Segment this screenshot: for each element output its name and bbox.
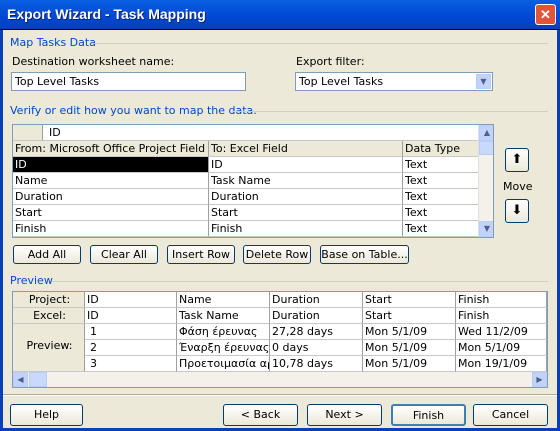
- mapping-row-type[interactable]: Text: [403, 221, 479, 237]
- section-divider: [232, 111, 548, 112]
- help-button[interactable]: Help: [10, 404, 83, 426]
- preview-cell: Mon 5/1/09: [363, 356, 456, 372]
- section-divider: [52, 281, 548, 282]
- mapping-row-from[interactable]: Name: [13, 173, 209, 189]
- scroll-right-icon[interactable]: ▶: [532, 372, 547, 387]
- footer-divider: [3, 394, 557, 396]
- edit-row-header: [13, 125, 43, 141]
- mapping-row-to[interactable]: Task Name: [209, 173, 403, 189]
- export-filter-value: Top Level Tasks: [299, 75, 384, 88]
- destination-worksheet-input[interactable]: Top Level Tasks: [11, 72, 246, 91]
- preview-project-field: Start: [363, 292, 456, 308]
- cancel-button[interactable]: Cancel: [473, 404, 548, 426]
- preview-cell: 2: [85, 340, 177, 356]
- arrow-up-icon: ⬆: [511, 152, 523, 167]
- move-up-button[interactable]: ⬆: [505, 148, 529, 172]
- verify-label: Verify or edit how you want to map the d…: [10, 104, 257, 117]
- mapping-row-type[interactable]: Text: [403, 173, 479, 189]
- mapping-row-to[interactable]: Finish: [209, 221, 403, 237]
- mapping-row-from[interactable]: Finish: [13, 221, 209, 237]
- preview-project-field: Finish: [456, 292, 547, 308]
- close-button[interactable]: ✕: [535, 4, 556, 25]
- clear-all-button[interactable]: Clear All: [90, 245, 158, 264]
- preview-project-field: Duration: [270, 292, 363, 308]
- window-title: Export Wizard - Task Mapping: [7, 6, 206, 22]
- scroll-thumb[interactable]: [29, 372, 47, 387]
- preview-excel-field: Task Name: [177, 308, 270, 324]
- column-header-from[interactable]: From: Microsoft Office Project Field: [13, 141, 209, 157]
- preview-cell: 1: [85, 324, 177, 340]
- section-divider: [92, 43, 548, 44]
- preview-section-title: Preview: [10, 274, 53, 287]
- title-bar: Export Wizard - Task Mapping ✕: [0, 0, 560, 30]
- map-tasks-section-title: Map Tasks Data: [10, 36, 96, 49]
- move-down-button[interactable]: ⬇: [505, 199, 529, 223]
- scroll-thumb[interactable]: [479, 141, 493, 155]
- export-filter-label: Export filter:: [296, 55, 365, 68]
- mapping-row-to[interactable]: ID: [209, 157, 403, 173]
- mapping-row-type[interactable]: Text: [403, 189, 479, 205]
- preview-cell: Mon 5/1/09: [363, 340, 456, 356]
- edit-field[interactable]: ID: [43, 125, 479, 141]
- export-filter-select[interactable]: Top Level Tasks ▼: [295, 72, 493, 91]
- preview-project-field: Name: [177, 292, 270, 308]
- preview-grid[interactable]: Project: Excel: Preview: ID Name Duratio…: [12, 291, 548, 388]
- preview-excel-field: Finish: [456, 308, 547, 324]
- add-all-button[interactable]: Add All: [13, 245, 81, 264]
- base-on-table-button[interactable]: Base on Table...: [320, 245, 409, 264]
- scroll-up-icon[interactable]: ▲: [479, 125, 493, 141]
- preview-cell: 3: [85, 356, 177, 372]
- mapping-row-from[interactable]: Start: [13, 205, 209, 221]
- scroll-left-icon[interactable]: ◀: [13, 372, 28, 387]
- preview-horizontal-scrollbar[interactable]: ◀ ▶: [13, 372, 547, 387]
- preview-cell: Προετοιμασία αρχείων: [177, 356, 270, 372]
- destination-label: Destination worksheet name:: [12, 55, 175, 68]
- preview-cell: Έναρξη έρευνας: [177, 340, 270, 356]
- preview-row-label: Preview:: [13, 324, 85, 372]
- preview-cell: Mon 5/1/09: [456, 340, 547, 356]
- mapping-row-type[interactable]: Text: [403, 157, 479, 173]
- finish-button[interactable]: Finish: [391, 404, 466, 426]
- preview-cell: 27,28 days: [270, 324, 363, 340]
- arrow-down-icon: ⬇: [511, 203, 523, 218]
- preview-cell: 10,78 days: [270, 356, 363, 372]
- column-header-type[interactable]: Data Type: [403, 141, 479, 157]
- preview-excel-field: Start: [363, 308, 456, 324]
- mapping-row-from[interactable]: Duration: [13, 189, 209, 205]
- insert-row-button[interactable]: Insert Row: [167, 245, 235, 264]
- mapping-row-to[interactable]: Duration: [209, 189, 403, 205]
- preview-cell: Mon 5/1/09: [363, 324, 456, 340]
- move-label: Move: [503, 180, 533, 193]
- next-button[interactable]: Next >: [307, 404, 382, 426]
- chevron-down-icon[interactable]: ▼: [476, 74, 491, 89]
- mapping-row-from[interactable]: ID: [13, 157, 209, 173]
- preview-row-label: Project:: [13, 292, 85, 308]
- preview-cell: Mon 19/1/09: [456, 356, 547, 372]
- scroll-down-icon[interactable]: ▼: [479, 221, 493, 237]
- delete-row-button[interactable]: Delete Row: [243, 245, 311, 264]
- mapping-vertical-scrollbar[interactable]: ▲ ▼: [478, 125, 493, 237]
- mapping-grid[interactable]: ID From: Microsoft Office Project Field …: [12, 124, 494, 238]
- mapping-row-type[interactable]: Text: [403, 205, 479, 221]
- back-button[interactable]: < Back: [223, 404, 298, 426]
- preview-cell: Wed 11/2/09: [456, 324, 547, 340]
- edit-field-value: ID: [49, 126, 61, 139]
- preview-cell: 0 days: [270, 340, 363, 356]
- mapping-row-to[interactable]: Start: [209, 205, 403, 221]
- preview-excel-field: Duration: [270, 308, 363, 324]
- preview-cell: Φάση έρευνας: [177, 324, 270, 340]
- preview-excel-field: ID: [85, 308, 177, 324]
- preview-row-label: Excel:: [13, 308, 85, 324]
- column-header-to[interactable]: To: Excel Field: [209, 141, 403, 157]
- preview-project-field: ID: [85, 292, 177, 308]
